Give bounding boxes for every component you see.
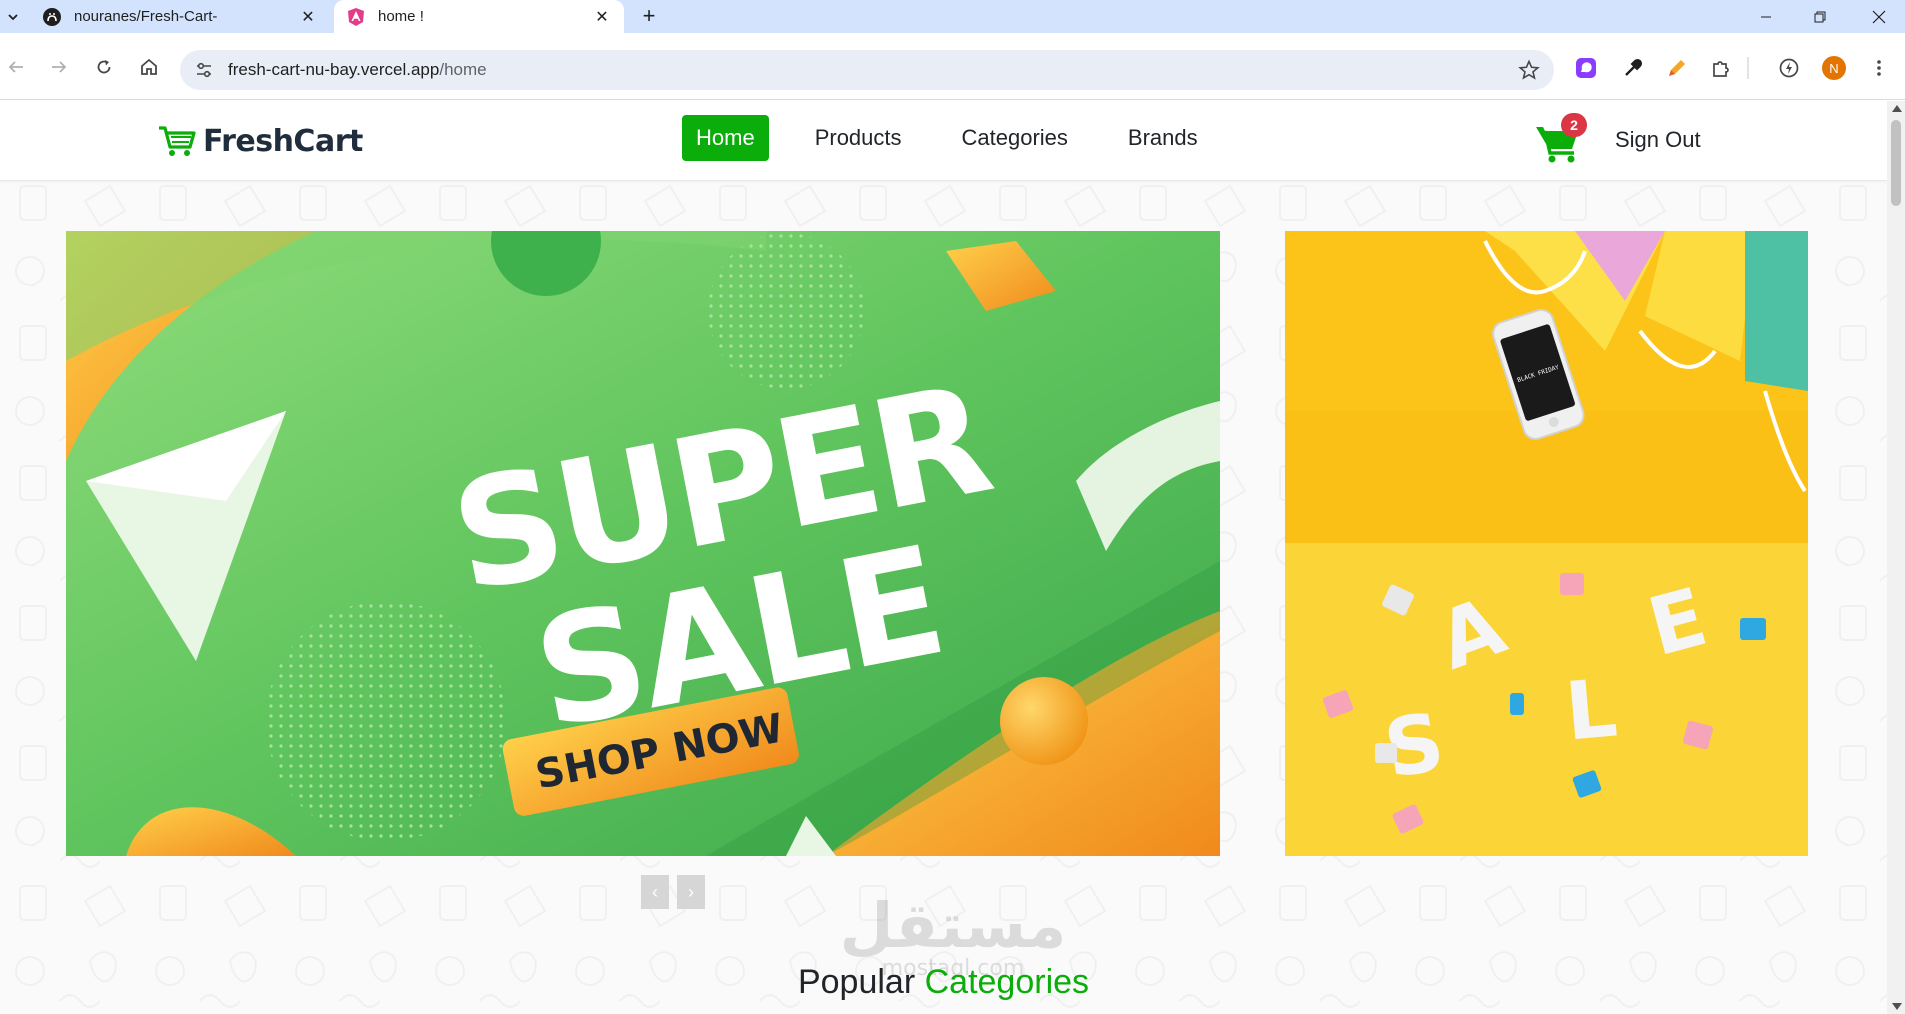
restore-icon[interactable] bbox=[1794, 0, 1846, 33]
url-path: /home bbox=[439, 60, 487, 79]
bookmark-star-icon[interactable] bbox=[1518, 59, 1540, 81]
cart-logo-icon bbox=[159, 126, 196, 156]
address-bar[interactable]: fresh-cart-nu-bay.vercel.app/home bbox=[180, 50, 1554, 90]
site-navbar: FreshCart Home Products Categories Brand… bbox=[0, 101, 1887, 181]
pencil-icon[interactable] bbox=[1664, 55, 1690, 81]
github-icon bbox=[42, 7, 62, 27]
main-nav: Home Products Categories Brands bbox=[682, 115, 1244, 161]
hero-side-image-bottom[interactable]: S A L E bbox=[1285, 543, 1808, 856]
slider-next-button[interactable]: › bbox=[677, 875, 705, 909]
url-text: fresh-cart-nu-bay.vercel.app/home bbox=[228, 60, 487, 80]
url-host: fresh-cart-nu-bay.vercel.app bbox=[228, 60, 440, 79]
angular-icon bbox=[346, 7, 366, 27]
browser-tab-github[interactable]: nouranes/Fresh-Cart- ✕ bbox=[30, 0, 330, 33]
watermark-arabic: مستقل bbox=[840, 889, 1067, 962]
sign-out-link[interactable]: Sign Out bbox=[1615, 127, 1701, 153]
tab-title: nouranes/Fresh-Cart- bbox=[74, 8, 218, 25]
performance-bolt-icon[interactable] bbox=[1776, 55, 1802, 81]
freshcart-logo[interactable]: FreshCart bbox=[157, 121, 363, 161]
tab-search-chevron-icon[interactable] bbox=[2, 6, 24, 28]
hero-slider-main-image[interactable]: SUPER SALE SHOP NOW bbox=[66, 231, 1220, 856]
close-icon[interactable]: ✕ bbox=[298, 7, 318, 27]
chrome-menu-kebab-icon[interactable] bbox=[1866, 55, 1892, 81]
logo-text: FreshCart bbox=[203, 123, 363, 159]
reload-icon[interactable] bbox=[90, 53, 118, 81]
toolbar-divider bbox=[1746, 55, 1750, 81]
extension-chat-icon[interactable] bbox=[1573, 55, 1599, 81]
window-close-icon[interactable] bbox=[1853, 0, 1905, 33]
close-icon[interactable]: ✕ bbox=[592, 7, 612, 27]
scrollbar-thumb[interactable] bbox=[1891, 120, 1901, 206]
profile-avatar[interactable]: N bbox=[1822, 56, 1846, 80]
hero-side-image-top[interactable]: BLACK FRIDAY bbox=[1285, 231, 1808, 543]
site-settings-icon[interactable] bbox=[194, 60, 214, 80]
page-viewport: FreshCart Home Products Categories Brand… bbox=[0, 101, 1887, 1014]
nav-categories-link[interactable]: Categories bbox=[948, 115, 1082, 161]
section-title-accent: Categories bbox=[924, 963, 1090, 1001]
section-title-plain: Popular bbox=[797, 963, 916, 1001]
section-title-popular-categories: Popular Categories bbox=[0, 963, 1887, 1002]
browser-tab-bar: nouranes/Fresh-Cart- ✕ home ! ✕ + bbox=[0, 0, 1905, 33]
forward-arrow-icon[interactable] bbox=[45, 53, 73, 81]
extensions-puzzle-icon[interactable] bbox=[1708, 55, 1734, 81]
cart-count-badge: 2 bbox=[1561, 113, 1587, 137]
minimize-icon[interactable] bbox=[1740, 0, 1792, 33]
scroll-up-arrow-icon[interactable] bbox=[1892, 105, 1902, 112]
tab-title: home ! bbox=[378, 8, 424, 25]
page-scrollbar[interactable] bbox=[1887, 101, 1905, 1014]
sale-letter-l: L bbox=[1562, 661, 1621, 758]
eyedropper-icon[interactable] bbox=[1620, 55, 1646, 81]
scroll-down-arrow-icon[interactable] bbox=[1892, 1003, 1902, 1010]
slider-controls: ‹ › bbox=[641, 875, 705, 909]
new-tab-plus-icon[interactable]: + bbox=[636, 4, 662, 30]
nav-home-link[interactable]: Home bbox=[682, 115, 769, 161]
nav-products-link[interactable]: Products bbox=[801, 115, 916, 161]
browser-tab-home[interactable]: home ! ✕ bbox=[334, 0, 624, 33]
back-arrow-icon[interactable] bbox=[2, 53, 30, 81]
browser-toolbar: fresh-cart-nu-bay.vercel.app/home N bbox=[0, 33, 1905, 100]
slider-prev-button[interactable]: ‹ bbox=[641, 875, 669, 909]
nav-brands-link[interactable]: Brands bbox=[1114, 115, 1212, 161]
home-icon[interactable] bbox=[135, 53, 163, 81]
